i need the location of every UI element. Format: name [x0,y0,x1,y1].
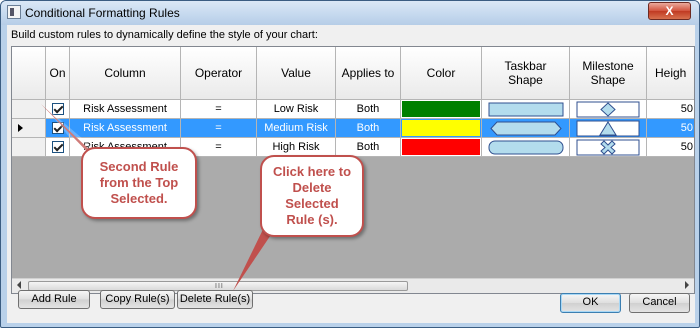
callout-second-rule: Second Rule from the Top Selected. [81,147,197,219]
conditional-formatting-dialog: Conditional Formatting Rules X Build cus… [0,0,700,328]
callout-delete-hint: Click here to Delete Selected Rule (s). [260,155,364,237]
